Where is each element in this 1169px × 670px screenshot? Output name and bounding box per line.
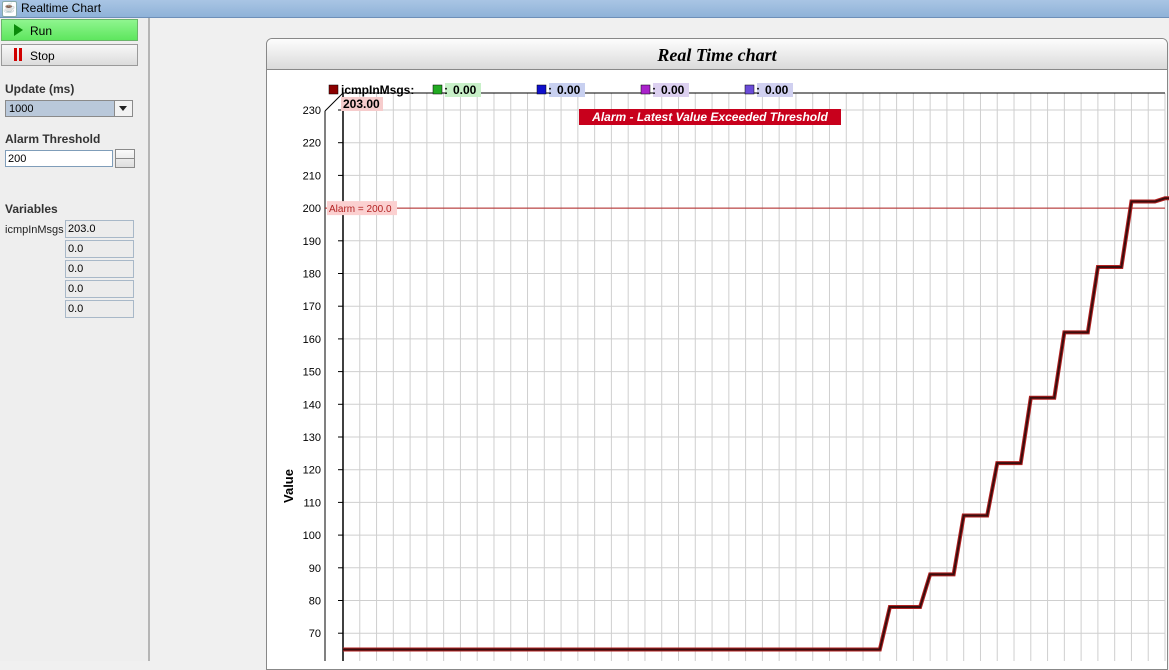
legend-colon: : (444, 83, 448, 97)
legend-colon: : (756, 83, 760, 97)
y-tick-label: 110 (303, 497, 321, 509)
y-tick-label: 210 (303, 170, 321, 182)
legend-swatch (640, 84, 651, 95)
y-tick-label: 70 (309, 628, 321, 640)
y-tick-label: 150 (303, 367, 321, 379)
y-tick-label: 90 (309, 563, 321, 575)
legend-swatch (744, 84, 755, 95)
y-tick-label: 230 (303, 105, 321, 117)
y-tick-label: 140 (303, 399, 321, 411)
legend-swatch (328, 84, 339, 95)
alarm-banner: Alarm - Latest Value Exceeded Threshold (591, 110, 828, 124)
y-tick-label: 130 (303, 432, 321, 444)
legend-colon: : (652, 83, 656, 97)
legend-value: 0.00 (765, 83, 789, 97)
alarm-label: Alarm = 200.0 (329, 204, 392, 215)
y-tick-label: 220 (303, 138, 321, 150)
legend-value: 0.00 (557, 83, 581, 97)
plot-area (343, 93, 1165, 661)
legend-value: 0.00 (661, 83, 685, 97)
legend-value: 203.00 (343, 97, 380, 111)
y-tick-label: 190 (303, 236, 321, 248)
y-tick-label: 80 (309, 596, 321, 608)
legend-value: 0.00 (453, 83, 477, 97)
legend-name: icmpInMsgs: (341, 83, 414, 97)
y-tick-label: 170 (303, 301, 321, 313)
chart-svg: 230 220 210 200 190 180 170 160 150 140 130 120 110 1… (281, 83, 1169, 661)
legend-swatch (432, 84, 443, 95)
y-axis-label: Value (281, 469, 296, 503)
y-tick-label: 160 (303, 334, 321, 346)
y-tick-label: 200 (303, 203, 321, 215)
y-tick-label: 180 (303, 269, 321, 281)
legend-colon: : (548, 83, 552, 97)
y-tick-label: 120 (303, 465, 321, 477)
legend-swatch (536, 84, 547, 95)
y-tick-label: 100 (303, 530, 321, 542)
